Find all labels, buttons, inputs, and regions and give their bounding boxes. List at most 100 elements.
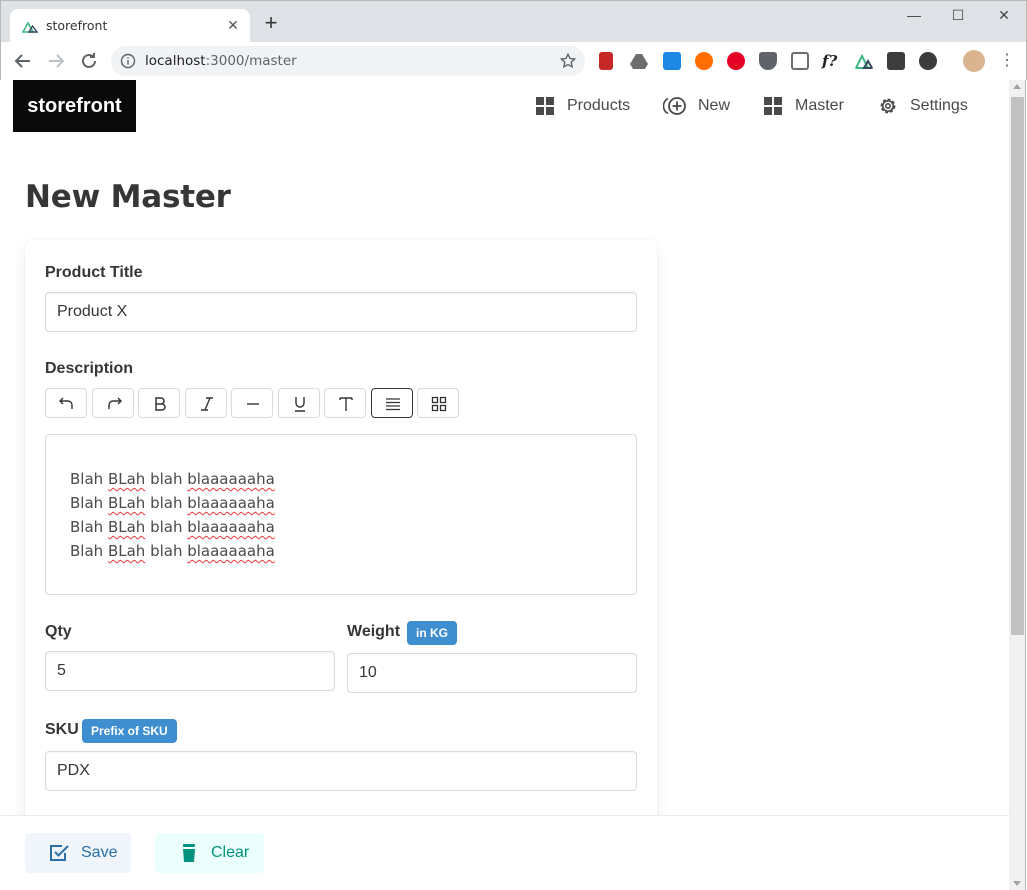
reload-icon bbox=[82, 53, 96, 68]
description-label: Description bbox=[45, 360, 134, 377]
forward-button[interactable] bbox=[44, 49, 68, 73]
sku-input[interactable]: PDX bbox=[45, 751, 637, 791]
product-title-input[interactable]: Product X bbox=[45, 292, 637, 332]
gear-icon bbox=[880, 98, 896, 114]
undo-icon bbox=[59, 397, 73, 409]
paragraph-button[interactable] bbox=[371, 388, 413, 418]
new-tab-button[interactable]: + bbox=[260, 12, 282, 35]
clear-button[interactable]: Clear bbox=[155, 833, 264, 873]
bookmark-star-icon[interactable] bbox=[559, 52, 577, 70]
word: blah bbox=[145, 542, 188, 560]
word: Blah bbox=[70, 494, 108, 512]
editor-line: Blah BLah blah blaaaaaaha bbox=[70, 470, 275, 488]
description-editor[interactable]: Blah BLah blah blaaaaaaha Blah BLah blah… bbox=[45, 434, 637, 595]
scrollbar-thumb[interactable] bbox=[1011, 97, 1024, 635]
page-title: New Master bbox=[25, 179, 231, 215]
italic-button[interactable] bbox=[185, 388, 227, 418]
bold-button[interactable] bbox=[138, 388, 180, 418]
url-path: :3000/master bbox=[205, 53, 297, 69]
checkbox-icon bbox=[50, 845, 69, 861]
browser-tab[interactable]: storefront ✕ bbox=[10, 9, 250, 43]
extension-drive-icon[interactable] bbox=[630, 52, 648, 70]
editor-line: Blah BLah blah blaaaaaaha bbox=[70, 542, 275, 560]
extension-book-icon[interactable] bbox=[599, 52, 613, 70]
maximize-button[interactable]: ☐ bbox=[935, 7, 981, 27]
scroll-down-arrow-icon[interactable] bbox=[1013, 881, 1021, 886]
nav-products-label: Products bbox=[567, 97, 631, 114]
redo-button[interactable] bbox=[92, 388, 134, 418]
underline-button[interactable] bbox=[278, 388, 320, 418]
nav-settings-label: Settings bbox=[910, 97, 968, 114]
editor-line: Blah BLah blah blaaaaaaha bbox=[70, 518, 275, 536]
extension-ublock-icon[interactable] bbox=[759, 52, 777, 70]
strikethrough-button[interactable] bbox=[231, 388, 273, 418]
address-bar[interactable]: localhost:3000/master bbox=[111, 46, 585, 76]
trash-icon bbox=[183, 844, 195, 862]
minimize-button[interactable]: — bbox=[891, 7, 937, 27]
browser-menu-icon[interactable]: ⋮ bbox=[999, 52, 1015, 70]
arrow-left-icon bbox=[14, 54, 30, 68]
page-scrollbar[interactable] bbox=[1009, 80, 1026, 890]
extension-moon-icon[interactable] bbox=[919, 52, 937, 70]
sku-prefix-tag: Prefix of SKU bbox=[82, 719, 177, 743]
page-viewport: storefront Products New Master Settings … bbox=[1, 80, 1009, 890]
bold-icon bbox=[155, 397, 166, 411]
misspelled-word: blaaaaaaha bbox=[187, 518, 275, 536]
back-button[interactable] bbox=[11, 49, 35, 73]
extension-fire-icon[interactable] bbox=[695, 52, 713, 70]
word: blah bbox=[145, 470, 188, 488]
misspelled-word: BLah bbox=[107, 494, 146, 512]
word: Blah bbox=[70, 518, 108, 536]
nav-new[interactable]: New bbox=[663, 94, 739, 118]
italic-icon bbox=[201, 397, 213, 411]
profile-avatar[interactable] bbox=[963, 50, 985, 72]
weight-input[interactable]: 10 bbox=[347, 653, 637, 693]
tab-title: storefront bbox=[46, 18, 108, 33]
text-type-icon bbox=[339, 397, 353, 411]
horizontal-rule-icon bbox=[247, 403, 259, 405]
clear-label: Clear bbox=[211, 844, 250, 861]
extension-vue-icon[interactable] bbox=[855, 52, 873, 70]
info-icon[interactable] bbox=[120, 53, 136, 69]
url-text[interactable]: localhost:3000/master bbox=[145, 53, 297, 69]
nav-master[interactable]: Master bbox=[763, 94, 853, 118]
nav-products[interactable]: Products bbox=[535, 94, 639, 118]
browser-tab-strip: storefront ✕ + — ☐ ✕ bbox=[0, 0, 1027, 43]
nav-new-label: New bbox=[698, 97, 731, 114]
action-footer: Save Clear bbox=[1, 815, 1009, 890]
extension-fonts-icon[interactable]: f? bbox=[822, 52, 842, 70]
editor-line: Blah BLah blah blaaaaaaha bbox=[70, 494, 275, 512]
misspelled-word: BLah bbox=[107, 470, 146, 488]
misspelled-word: blaaaaaaha bbox=[187, 470, 275, 488]
reload-button[interactable] bbox=[77, 49, 101, 73]
extension-calendar-icon[interactable] bbox=[663, 52, 681, 70]
heading-button[interactable] bbox=[324, 388, 366, 418]
undo-button[interactable] bbox=[45, 388, 87, 418]
extension-pinterest-icon[interactable] bbox=[727, 52, 745, 70]
url-host: localhost bbox=[145, 53, 206, 69]
table-button[interactable] bbox=[417, 388, 459, 418]
close-window-button[interactable]: ✕ bbox=[981, 7, 1027, 27]
arrow-right-icon bbox=[49, 54, 65, 68]
word: blah bbox=[145, 518, 188, 536]
save-button[interactable]: Save bbox=[25, 833, 131, 873]
browser-toolbar: localhost:3000/master f? ⋮ bbox=[0, 42, 1027, 80]
product-title-label: Product Title bbox=[45, 264, 143, 281]
extension-x-icon[interactable] bbox=[887, 52, 905, 70]
plus-circle-icon bbox=[663, 97, 686, 115]
grid-icon bbox=[536, 97, 554, 115]
word: Blah bbox=[70, 542, 108, 560]
scroll-up-arrow-icon[interactable] bbox=[1013, 84, 1021, 89]
close-tab-icon[interactable]: ✕ bbox=[224, 16, 242, 34]
brand-logo[interactable]: storefront bbox=[13, 80, 136, 132]
nuxt-logo-icon bbox=[22, 21, 38, 33]
sku-label: SKU bbox=[45, 721, 79, 738]
extension-screen-icon[interactable] bbox=[791, 52, 809, 70]
misspelled-word: blaaaaaaha bbox=[187, 542, 275, 560]
grid-icon bbox=[764, 97, 782, 115]
nav-settings[interactable]: Settings bbox=[878, 94, 978, 118]
qty-input[interactable]: 5 bbox=[45, 651, 335, 691]
underline-icon bbox=[295, 397, 305, 412]
misspelled-word: blaaaaaaha bbox=[187, 494, 275, 512]
redo-icon bbox=[108, 397, 122, 409]
